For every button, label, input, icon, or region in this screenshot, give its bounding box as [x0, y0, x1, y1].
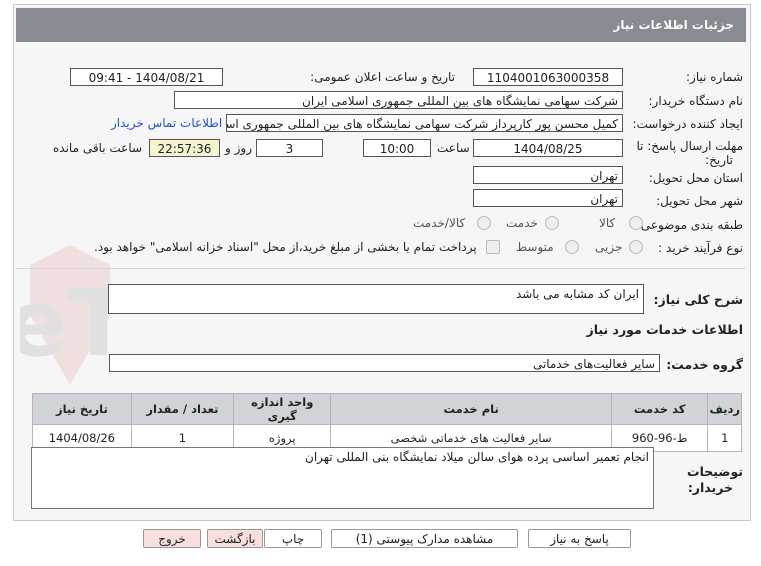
category-both-label: کالا/خدمت	[413, 216, 466, 230]
reply-button[interactable]: پاسخ به نیاز	[528, 529, 631, 548]
attachments-button[interactable]: مشاهده مدارک پیوستی (1)	[331, 529, 518, 548]
col-code-header: کد خدمت	[610, 393, 709, 425]
purchase-type-label: نوع فرآیند خرید :	[658, 241, 743, 255]
deadline-date-label: تاریخ:	[705, 153, 733, 167]
col-row-header: ردیف	[707, 393, 742, 425]
buyer-org-field: شرکت سهامی نمایشگاه های بین المللی جمهور…	[174, 91, 623, 109]
back-button[interactable]: بازگشت	[207, 529, 263, 548]
category-goods-label: کالا	[599, 216, 616, 230]
cell-row: 1	[707, 424, 742, 452]
services-table: ردیف کد خدمت نام خدمت واحد اندازه گیری ت…	[32, 393, 742, 452]
creator-field: کمیل محسن پور کارپرداز شرکت سهامی نمایشگ…	[226, 114, 623, 132]
col-qty-header: تعداد / مقدار	[130, 393, 235, 425]
category-service-radio[interactable]	[545, 216, 559, 230]
page-title: جزئیات اطلاعات نیاز	[613, 18, 734, 32]
announce-field: 1404/08/21 - 09:41	[70, 68, 223, 86]
category-label: طبقه بندی موضوعی:	[636, 218, 743, 232]
city-field: تهران	[473, 189, 623, 207]
divider	[16, 268, 746, 269]
purchase-partial-label: جزیی	[595, 240, 623, 254]
table-header-row: ردیف کد خدمت نام خدمت واحد اندازه گیری ت…	[32, 393, 742, 425]
col-unit-header: واحد اندازه گیری	[233, 393, 332, 425]
remaining-time-field: 22:57:36	[149, 139, 220, 157]
treasury-checkbox[interactable]	[486, 240, 500, 254]
deadline-time-label: ساعت	[437, 141, 470, 155]
purchase-partial-radio[interactable]	[629, 240, 643, 254]
service-group-field: سایر فعالیت‌های خدماتی	[109, 354, 660, 372]
need-number-field: 1104001063000358	[473, 68, 623, 86]
city-label: شهر محل تحویل:	[656, 194, 743, 208]
buyer-notes-label-2: خریدار:	[687, 480, 733, 495]
days-field: 3	[256, 139, 323, 157]
category-service-label: خدمت	[506, 216, 538, 230]
days-label: روز و	[225, 141, 252, 155]
col-date-header: تاریخ نیاز	[32, 393, 132, 425]
category-goods-radio[interactable]	[629, 216, 643, 230]
buyer-notes-field[interactable]: انجام تعمیر اساسی پرده هوای سالن میلاد ن…	[31, 447, 654, 509]
exit-button[interactable]: خروج	[143, 529, 201, 548]
announce-label: تاریخ و ساعت اعلان عمومی:	[310, 70, 455, 84]
service-group-label: گروه خدمت:	[666, 357, 743, 372]
remaining-label: ساعت باقی مانده	[53, 141, 143, 155]
deadline-date-field: 1404/08/25	[473, 139, 623, 157]
print-button[interactable]: چاپ	[264, 529, 322, 548]
deadline-time-field: 10:00	[363, 139, 431, 157]
summary-label: شرح کلی نیاز:	[653, 292, 743, 307]
summary-field: ایران کد مشابه می باشد	[108, 284, 644, 314]
purchase-medium-radio[interactable]	[565, 240, 579, 254]
buyer-org-label: نام دستگاه خریدار:	[648, 94, 744, 108]
page-title-bar: جزئیات اطلاعات نیاز	[16, 8, 746, 42]
col-name-header: نام خدمت	[330, 393, 612, 425]
buyer-notes-label-1: توضیحات	[687, 464, 743, 479]
need-number-label: شماره نیاز:	[686, 70, 743, 84]
deadline-label: مهلت ارسال پاسخ: تا	[636, 139, 743, 153]
buyer-contact-link[interactable]: اطلاعات تماس خریدار	[111, 116, 222, 130]
province-field: تهران	[473, 166, 623, 184]
category-both-radio[interactable]	[477, 216, 491, 230]
province-label: استان محل تحویل:	[648, 171, 743, 185]
services-heading: اطلاعات خدمات مورد نیاز	[586, 322, 744, 337]
purchase-medium-label: متوسط	[516, 240, 554, 254]
treasury-note: پرداخت تمام یا بخشی از مبلغ خرید،از محل …	[94, 240, 477, 254]
creator-label: ایجاد کننده درخواست:	[632, 117, 743, 131]
